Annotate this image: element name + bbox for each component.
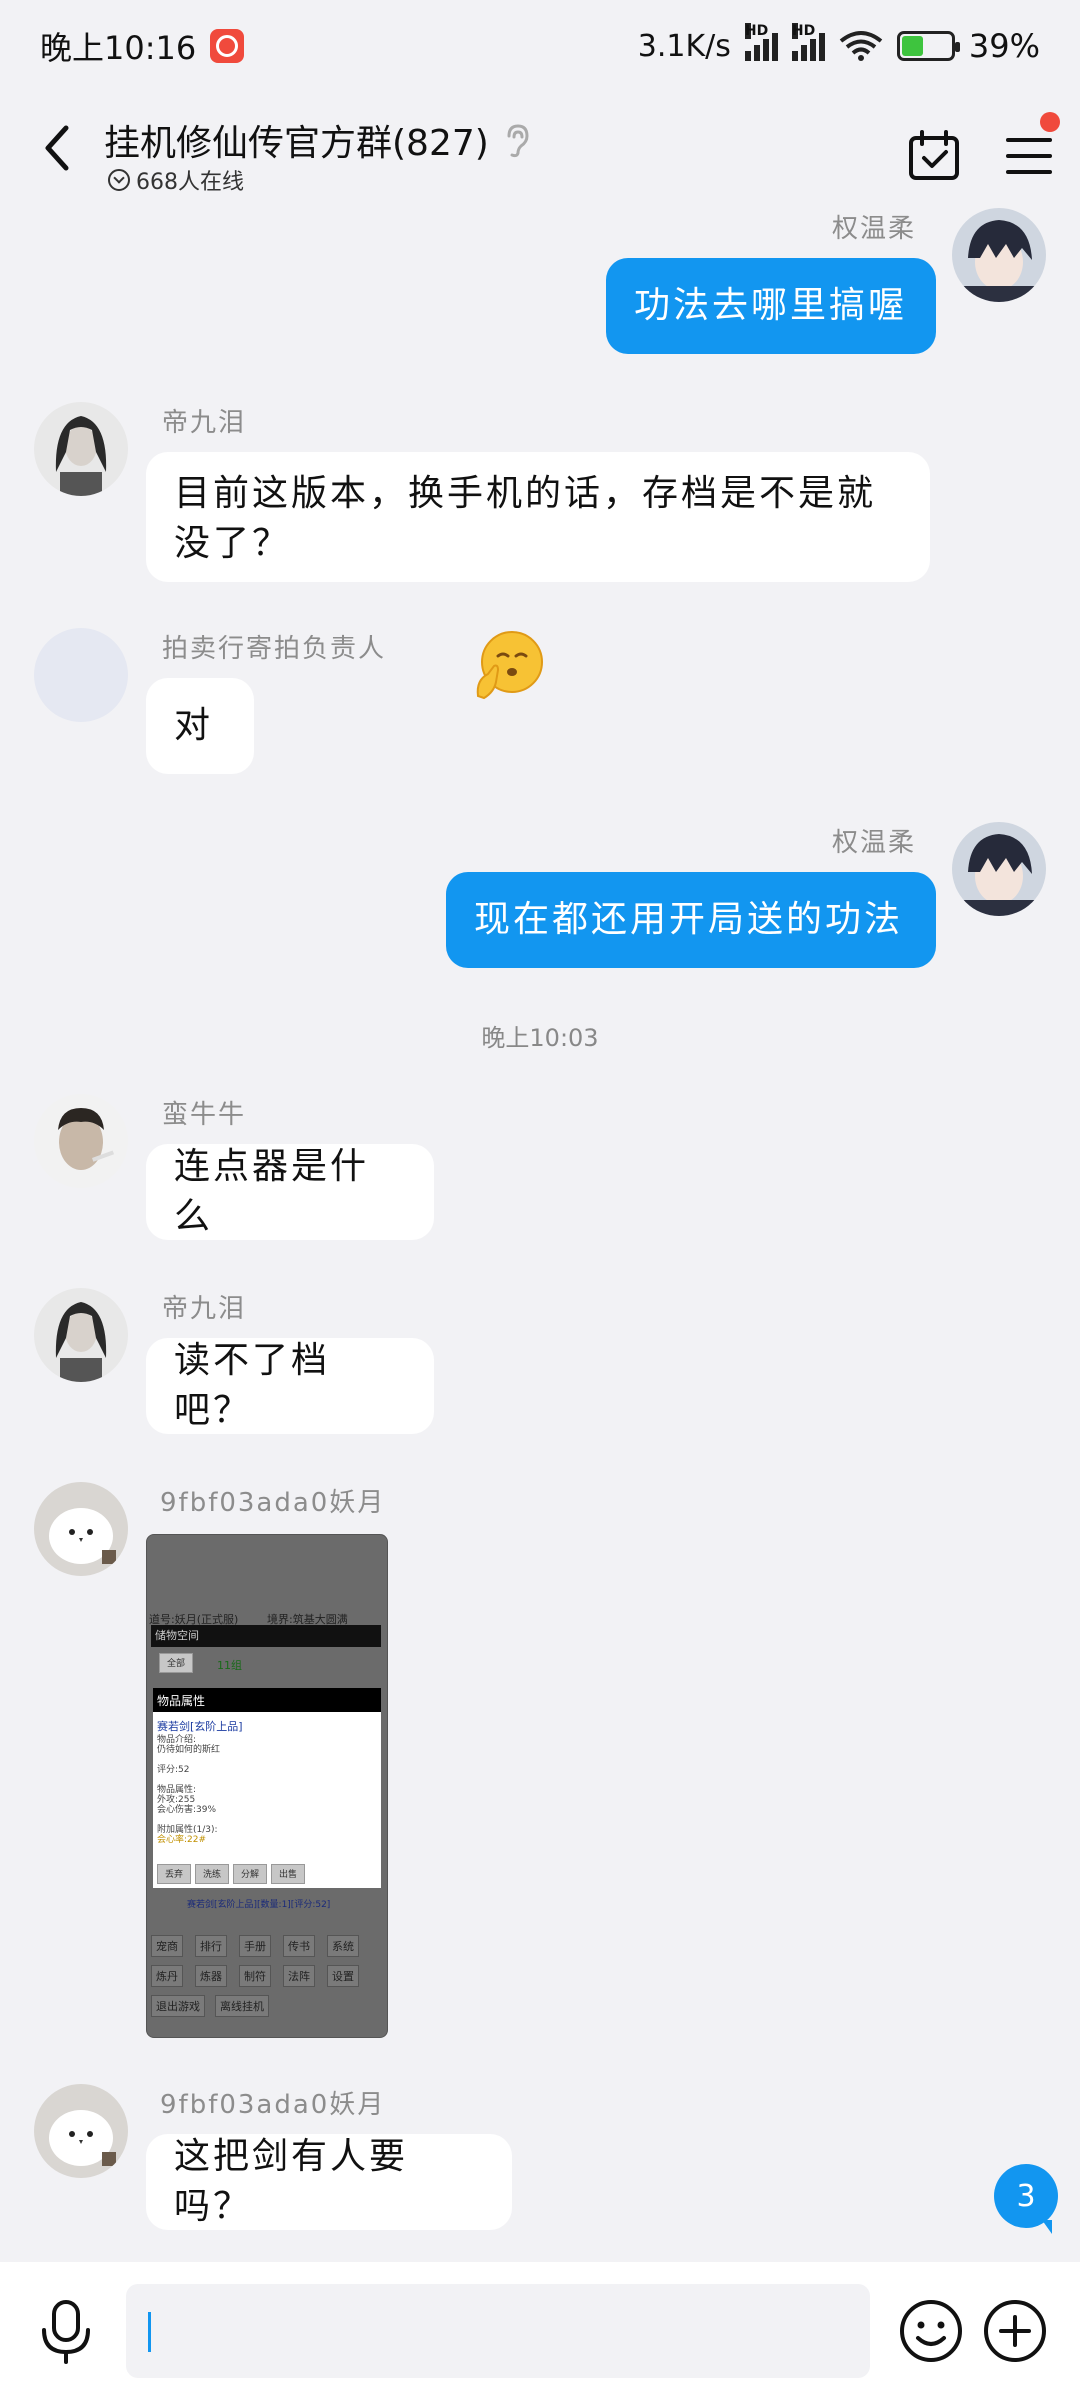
shot-menu-button: 手册 bbox=[239, 1935, 271, 1957]
image-message[interactable]: 道号:妖月(正式服) 境界:筑基大圆满 储物空间 全部 11组 物品属性 赛若剑… bbox=[146, 1534, 388, 2038]
message-bubble[interactable]: 功法去哪里搞喔 bbox=[606, 258, 936, 354]
shot-line: 会心率:22# bbox=[157, 1835, 207, 1845]
signal-hd-label: HD bbox=[744, 23, 769, 39]
shot-bottom-item: 赛若剑[玄阶上品][数量:1][评分:52] bbox=[187, 1900, 331, 1910]
sender-name: 拍卖行寄拍负责人 bbox=[162, 634, 387, 664]
message-bubble[interactable]: 连点器是什么 bbox=[146, 1144, 434, 1240]
chat-header: 挂机修仙传官方群(827) 668人在线 bbox=[0, 92, 1080, 210]
wifi-icon bbox=[839, 31, 883, 61]
message-timestamp: 晚上10:03 bbox=[481, 1024, 599, 1052]
avatar-yaoyue[interactable] bbox=[34, 2084, 128, 2178]
shot-menu-button: 炼器 bbox=[195, 1965, 227, 1987]
shot-menu-button: 设置 bbox=[327, 1965, 359, 1987]
message-bubble[interactable]: 读不了档吧？ bbox=[146, 1338, 434, 1434]
avatar-manniuniu[interactable] bbox=[34, 1094, 128, 1188]
avatar-self[interactable] bbox=[952, 822, 1046, 916]
sender-name: 9fbf03ada0妖月 bbox=[160, 2090, 386, 2120]
chevron-down-circle-icon bbox=[108, 169, 130, 191]
status-left: 晚上10:16 bbox=[40, 23, 245, 69]
notification-dot bbox=[1040, 112, 1060, 132]
clock: 晚上10:16 bbox=[40, 29, 197, 67]
signal-hd-label-2: HD bbox=[791, 23, 816, 39]
ink-portrait-avatar-icon bbox=[34, 402, 128, 496]
group-name: 挂机修仙传官方群(827) bbox=[104, 123, 489, 164]
smiley-icon[interactable] bbox=[898, 2298, 964, 2364]
shot-menu-button: 离线挂机 bbox=[215, 1995, 269, 2017]
shot-panel-header: 物品属性 bbox=[153, 1688, 381, 1712]
online-count[interactable]: 668人在线 bbox=[108, 164, 244, 196]
anime-avatar-icon bbox=[952, 822, 1046, 916]
shot-panel-button: 出售 bbox=[271, 1864, 305, 1884]
group-title[interactable]: 挂机修仙传官方群(827) bbox=[104, 114, 531, 166]
avatar-auction[interactable] bbox=[34, 628, 128, 722]
shot-tab-value: 11组 bbox=[217, 1659, 242, 1672]
plus-circle-icon[interactable] bbox=[982, 2298, 1048, 2364]
shot-panel-button: 洗练 bbox=[195, 1864, 229, 1884]
white-bird-avatar-icon bbox=[34, 2084, 128, 2178]
shot-tab-all: 全部 bbox=[159, 1653, 193, 1673]
message-bubble[interactable]: 现在都还用开局送的功法 bbox=[446, 872, 936, 968]
signal-icon: HD bbox=[744, 23, 778, 61]
message-bubble[interactable]: 对 bbox=[146, 678, 254, 774]
shot-menu-button: 退出游戏 bbox=[151, 1995, 205, 2017]
unread-count-badge[interactable]: 3 bbox=[994, 2164, 1058, 2234]
shot-menu-button: 宠商 bbox=[151, 1935, 183, 1957]
message-bubble[interactable]: 这把剑有人要吗？ bbox=[146, 2134, 512, 2230]
sender-name: 蛮牛牛 bbox=[162, 1100, 247, 1130]
shot-item-panel: 物品属性 赛若剑[玄阶上品] 物品介绍: 仍待如何的斯红 评分:52 物品属性:… bbox=[153, 1688, 381, 1888]
shot-menu-button: 制符 bbox=[239, 1965, 271, 1987]
sender-name: 权温柔 bbox=[832, 214, 917, 244]
sender-name: 9fbf03ada0妖月 bbox=[160, 1488, 386, 1518]
message-bubble[interactable]: 目前这版本，换手机的话，存档是不是就 没了？ bbox=[146, 452, 930, 582]
battery-level: 39% bbox=[968, 27, 1040, 65]
avatar-dijiulei[interactable] bbox=[34, 402, 128, 496]
shot-panel-button: 分解 bbox=[233, 1864, 267, 1884]
ear-icon bbox=[507, 124, 529, 158]
shush-emoji bbox=[476, 631, 543, 700]
network-speed: 3.1K/s bbox=[637, 28, 731, 64]
netease-music-icon bbox=[210, 29, 245, 63]
back-button[interactable] bbox=[28, 120, 84, 176]
avatar-self[interactable] bbox=[952, 208, 1046, 302]
back-arrow-icon bbox=[45, 125, 69, 171]
shot-menu-button: 炼丹 bbox=[151, 1965, 183, 1987]
calendar-check-icon[interactable] bbox=[906, 128, 962, 184]
online-count-text: 668人在线 bbox=[136, 170, 244, 195]
shot-menu-button: 法阵 bbox=[283, 1965, 315, 1987]
anime-avatar-icon bbox=[952, 208, 1046, 302]
shot-line: 仍待如何的斯红 bbox=[157, 1745, 221, 1755]
battery-icon bbox=[896, 31, 960, 61]
shot-line: 评分:52 bbox=[157, 1765, 190, 1775]
shot-menu-button: 传书 bbox=[283, 1935, 315, 1957]
shot-line: 会心伤害:39% bbox=[157, 1805, 217, 1815]
shot-storage-bar: 储物空间 bbox=[151, 1625, 381, 1647]
shot-menu-button: 排行 bbox=[195, 1935, 227, 1957]
message-input[interactable] bbox=[126, 2284, 870, 2378]
ink-portrait-avatar-icon bbox=[34, 1288, 128, 1382]
sender-name: 帝九泪 bbox=[162, 1294, 247, 1324]
shot-menu-button: 系统 bbox=[327, 1935, 359, 1957]
sender-name: 权温柔 bbox=[832, 828, 917, 858]
photo-portrait-avatar-icon bbox=[34, 1094, 128, 1188]
text-caret bbox=[148, 2312, 151, 2352]
input-bar bbox=[0, 2262, 1080, 2400]
microphone-icon[interactable] bbox=[34, 2298, 98, 2366]
status-right: 3.1K/s HD HD 39% bbox=[637, 23, 1040, 65]
sender-name: 帝九泪 bbox=[162, 408, 247, 438]
shot-panel-button: 丢弃 bbox=[157, 1864, 191, 1884]
signal-icon-2: HD bbox=[791, 23, 825, 61]
avatar-yaoyue[interactable] bbox=[34, 1482, 128, 1576]
shot-storage-header: 储物空间 bbox=[155, 1629, 199, 1642]
hamburger-menu-icon[interactable] bbox=[1004, 128, 1056, 184]
status-bar: 晚上10:16 3.1K/s HD HD 39% bbox=[0, 0, 1080, 92]
avatar-dijiulei[interactable] bbox=[34, 1288, 128, 1382]
white-bird-avatar-icon bbox=[34, 1482, 128, 1576]
